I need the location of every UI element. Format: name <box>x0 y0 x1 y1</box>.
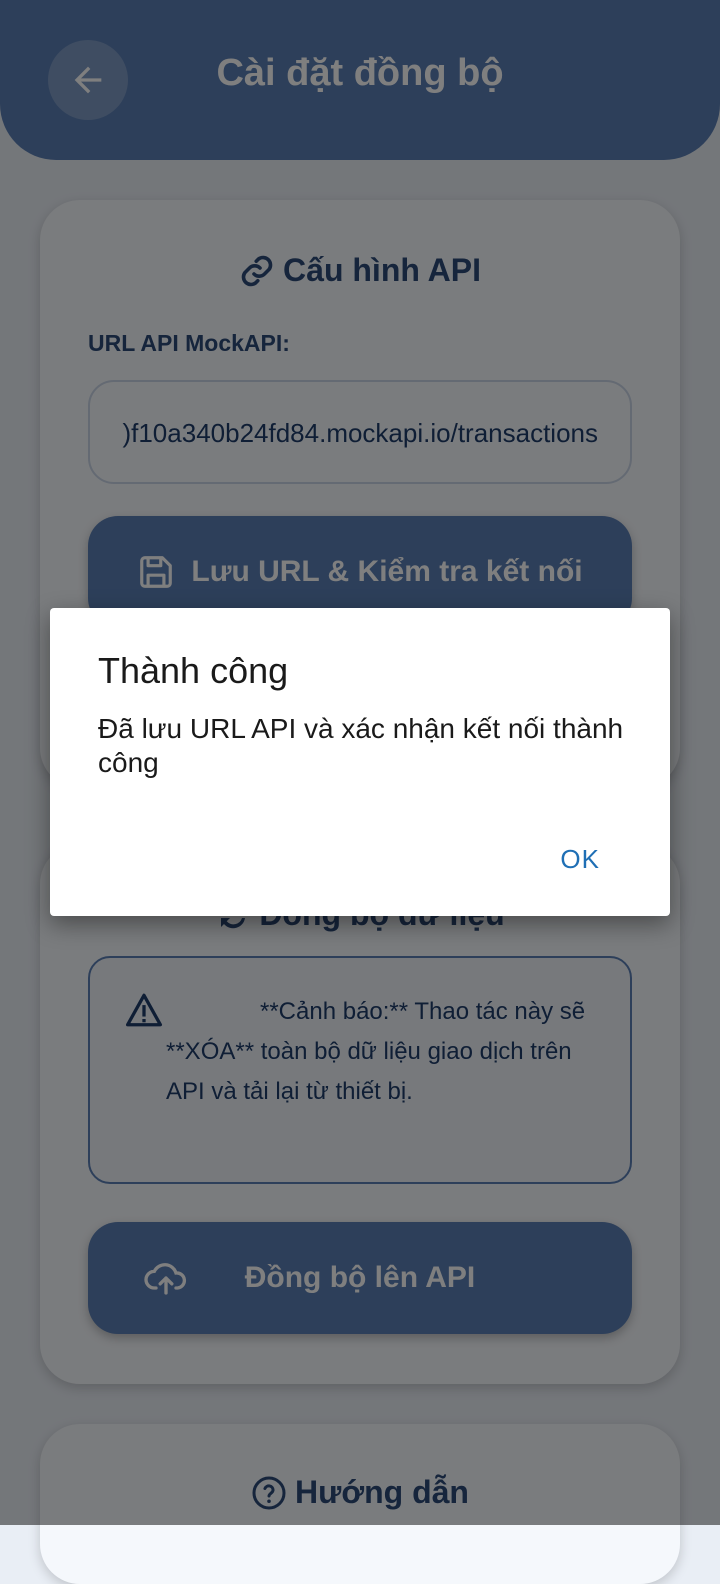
dialog-title: Thành công <box>98 650 289 691</box>
success-dialog: Thành công Đã lưu URL API và xác nhận kế… <box>50 608 670 916</box>
ok-button[interactable]: OK <box>560 844 600 875</box>
dialog-message: Đã lưu URL API và xác nhận kết nối thành… <box>98 713 624 778</box>
